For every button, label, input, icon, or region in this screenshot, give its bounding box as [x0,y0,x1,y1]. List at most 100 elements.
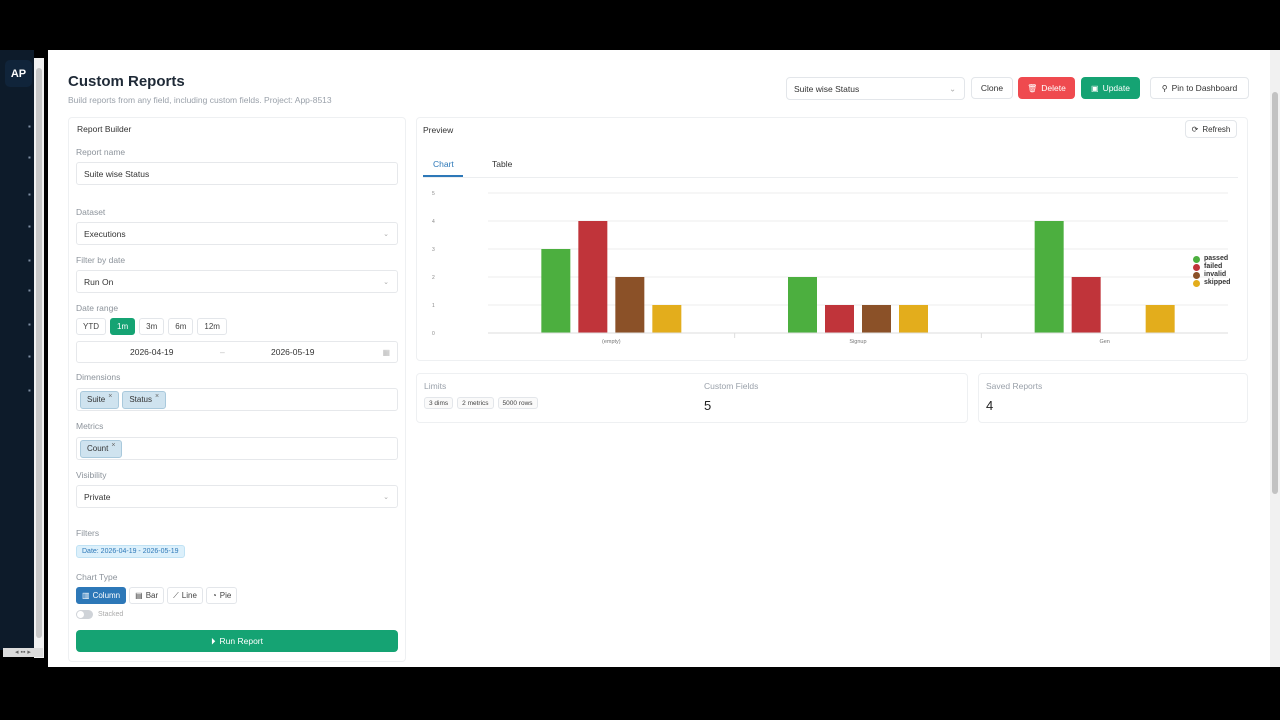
legend-item-passed[interactable]: passed [1193,255,1230,263]
run-report-button[interactable]: ⏵ Run Report [76,630,398,652]
y-tick-label: 4 [432,219,435,225]
chart-type-label: Chart Type [76,572,118,582]
y-tick-label: 5 [432,191,435,197]
remove-icon[interactable]: × [155,393,159,400]
update-button[interactable]: ▣ Update [1081,77,1140,99]
bar-passed [541,249,571,333]
y-tick-label: 3 [432,247,435,253]
filters-label: Filters [76,528,100,538]
clone-label: Clone [980,83,1004,93]
range-1m-button[interactable]: 1m [110,318,136,335]
tab-table[interactable]: Table [492,159,512,169]
bar-failed [1071,277,1101,333]
sidebar-scrollbar[interactable] [34,58,44,658]
legend-label: failed [1204,263,1223,270]
tab-divider [423,177,1238,178]
filter-tag[interactable]: Date: 2026-04-19 - 2026-05-19 [76,545,185,558]
bar-failed [825,305,854,333]
update-label: Update [1102,83,1130,93]
limits-pills: 3 dims 2 metrics 5000 rows [424,397,542,409]
filter-by-date-label: Filter by date [76,255,126,265]
column-chart-icon: ▥ [82,591,90,600]
main-scrollbar[interactable] [1270,50,1280,667]
chart-type-bar-button[interactable]: ▤ Bar [129,587,165,604]
screen: AP ▪ ▪ ▪ ▪ ▪ ▪ ▪ ▪ ▪ ◂ ▪▪ ▸ Custom Repor… [0,0,1280,720]
date-range-label: Date range [76,303,119,313]
x-tick-label: Gen [1099,339,1109,345]
scroll-thumb[interactable] [36,68,42,638]
refresh-button[interactable]: ⟳ Refresh [1185,120,1237,138]
stacked-toggle[interactable] [76,610,93,619]
clone-button[interactable]: Clone [971,77,1013,99]
metrics-label: Metrics [76,421,104,431]
chart-legend: passed failed invalid skipped [1193,255,1230,287]
bar-skipped [1145,305,1175,333]
sidebar: AP ▪ ▪ ▪ ▪ ▪ ▪ ▪ ▪ ▪ [0,50,34,650]
bar-skipped [652,305,682,333]
custom-fields-value: 5 [704,398,712,413]
trash-icon: 🗑 [1027,83,1038,93]
play-icon: ⏵ [211,635,216,646]
date-range-buttons: YTD 1m 3m 6m 12m [76,318,231,335]
x-tick-label: (empty) [602,339,621,345]
delete-button[interactable]: 🗑 Delete [1018,77,1075,99]
date-from[interactable]: 2026-04-19 [130,347,173,357]
remove-icon[interactable]: × [108,393,112,400]
date-range-picker[interactable]: 2026-04-19 – 2026-05-19 ▦ [76,341,398,363]
chart-type-column-button[interactable]: ▥ Column [76,587,127,604]
limit-pill: 2 metrics [457,397,494,409]
range-3m-button[interactable]: 3m [139,318,165,335]
app-logo[interactable]: AP [5,60,32,87]
dataset-value: Executions [84,228,126,239]
dataset-select[interactable]: Executions ⌄ [76,222,398,245]
saved-reports-value: 4 [986,398,994,413]
run-report-label: Run Report [219,636,263,646]
chevron-down-icon: ⌄ [383,493,389,501]
report-name-label: Report name [76,147,126,157]
chevron-down-icon: ⌄ [383,278,389,286]
saved-reports-title: Saved Reports [986,381,1043,391]
chip-label: Count [87,444,109,453]
report-name-input[interactable]: Suite wise Status [76,162,398,185]
refresh-icon: ⟳ [1191,124,1199,134]
chart-type-buttons: ▥ Column ▤ Bar ⟋ Line ◔ Pie [76,587,240,604]
chart-type-label-text: Line [181,591,197,600]
bar-skipped [899,305,928,333]
x-tick-label: Signup [849,339,866,345]
report-select[interactable]: Suite wise Status ⌄ [786,77,965,100]
legend-item-invalid[interactable]: invalid [1193,271,1230,279]
legend-item-skipped[interactable]: skipped [1193,279,1230,287]
metrics-select[interactable]: Count × [76,437,398,460]
dimension-chip[interactable]: Status × [122,390,167,409]
range-6m-button[interactable]: 6m [168,318,194,335]
chart-type-pie-button[interactable]: ◔ Pie [205,587,238,604]
dimension-chip[interactable]: Suite × [80,390,120,409]
bar-passed [1034,221,1064,333]
tab-chart[interactable]: Chart [433,159,454,169]
remove-icon[interactable]: × [111,442,115,449]
calendar-icon[interactable]: ▦ [382,348,390,357]
filter-by-date-value: Run On [84,276,114,287]
visibility-select[interactable]: Private ⌄ [76,485,398,508]
page-subtitle: Build reports from any field, including … [68,95,332,105]
date-to[interactable]: 2026-05-19 [271,347,314,357]
metric-chip[interactable]: Count × [80,439,123,458]
chip-label: Status [129,395,153,404]
range-ytd-button[interactable]: YTD [76,318,106,335]
bar-invalid [615,277,645,333]
filter-by-date-select[interactable]: Run On ⌄ [76,270,398,293]
chevron-down-icon: ⌄ [383,230,389,238]
dimensions-label: Dimensions [76,372,121,382]
bar-passed [788,277,817,333]
range-12m-button[interactable]: 12m [197,318,227,335]
legend-item-failed[interactable]: failed [1193,263,1230,271]
chart-type-label-text: Column [92,591,121,600]
dimensions-select[interactable]: Suite × Status × [76,388,398,411]
y-tick-label: 2 [432,275,435,281]
pin-to-dashboard-button[interactable]: ⚲ Pin to Dashboard [1150,77,1249,99]
y-tick-label: 1 [432,303,435,309]
chart-svg: 0 1 2 3 4 5 (empty) Signup Gen [432,191,1228,345]
sidebar-scroll-controls[interactable]: ◂ ▪▪ ▸ [3,648,43,657]
scroll-thumb[interactable] [1272,92,1278,494]
chart-type-line-button[interactable]: ⟋ Line [167,587,203,604]
